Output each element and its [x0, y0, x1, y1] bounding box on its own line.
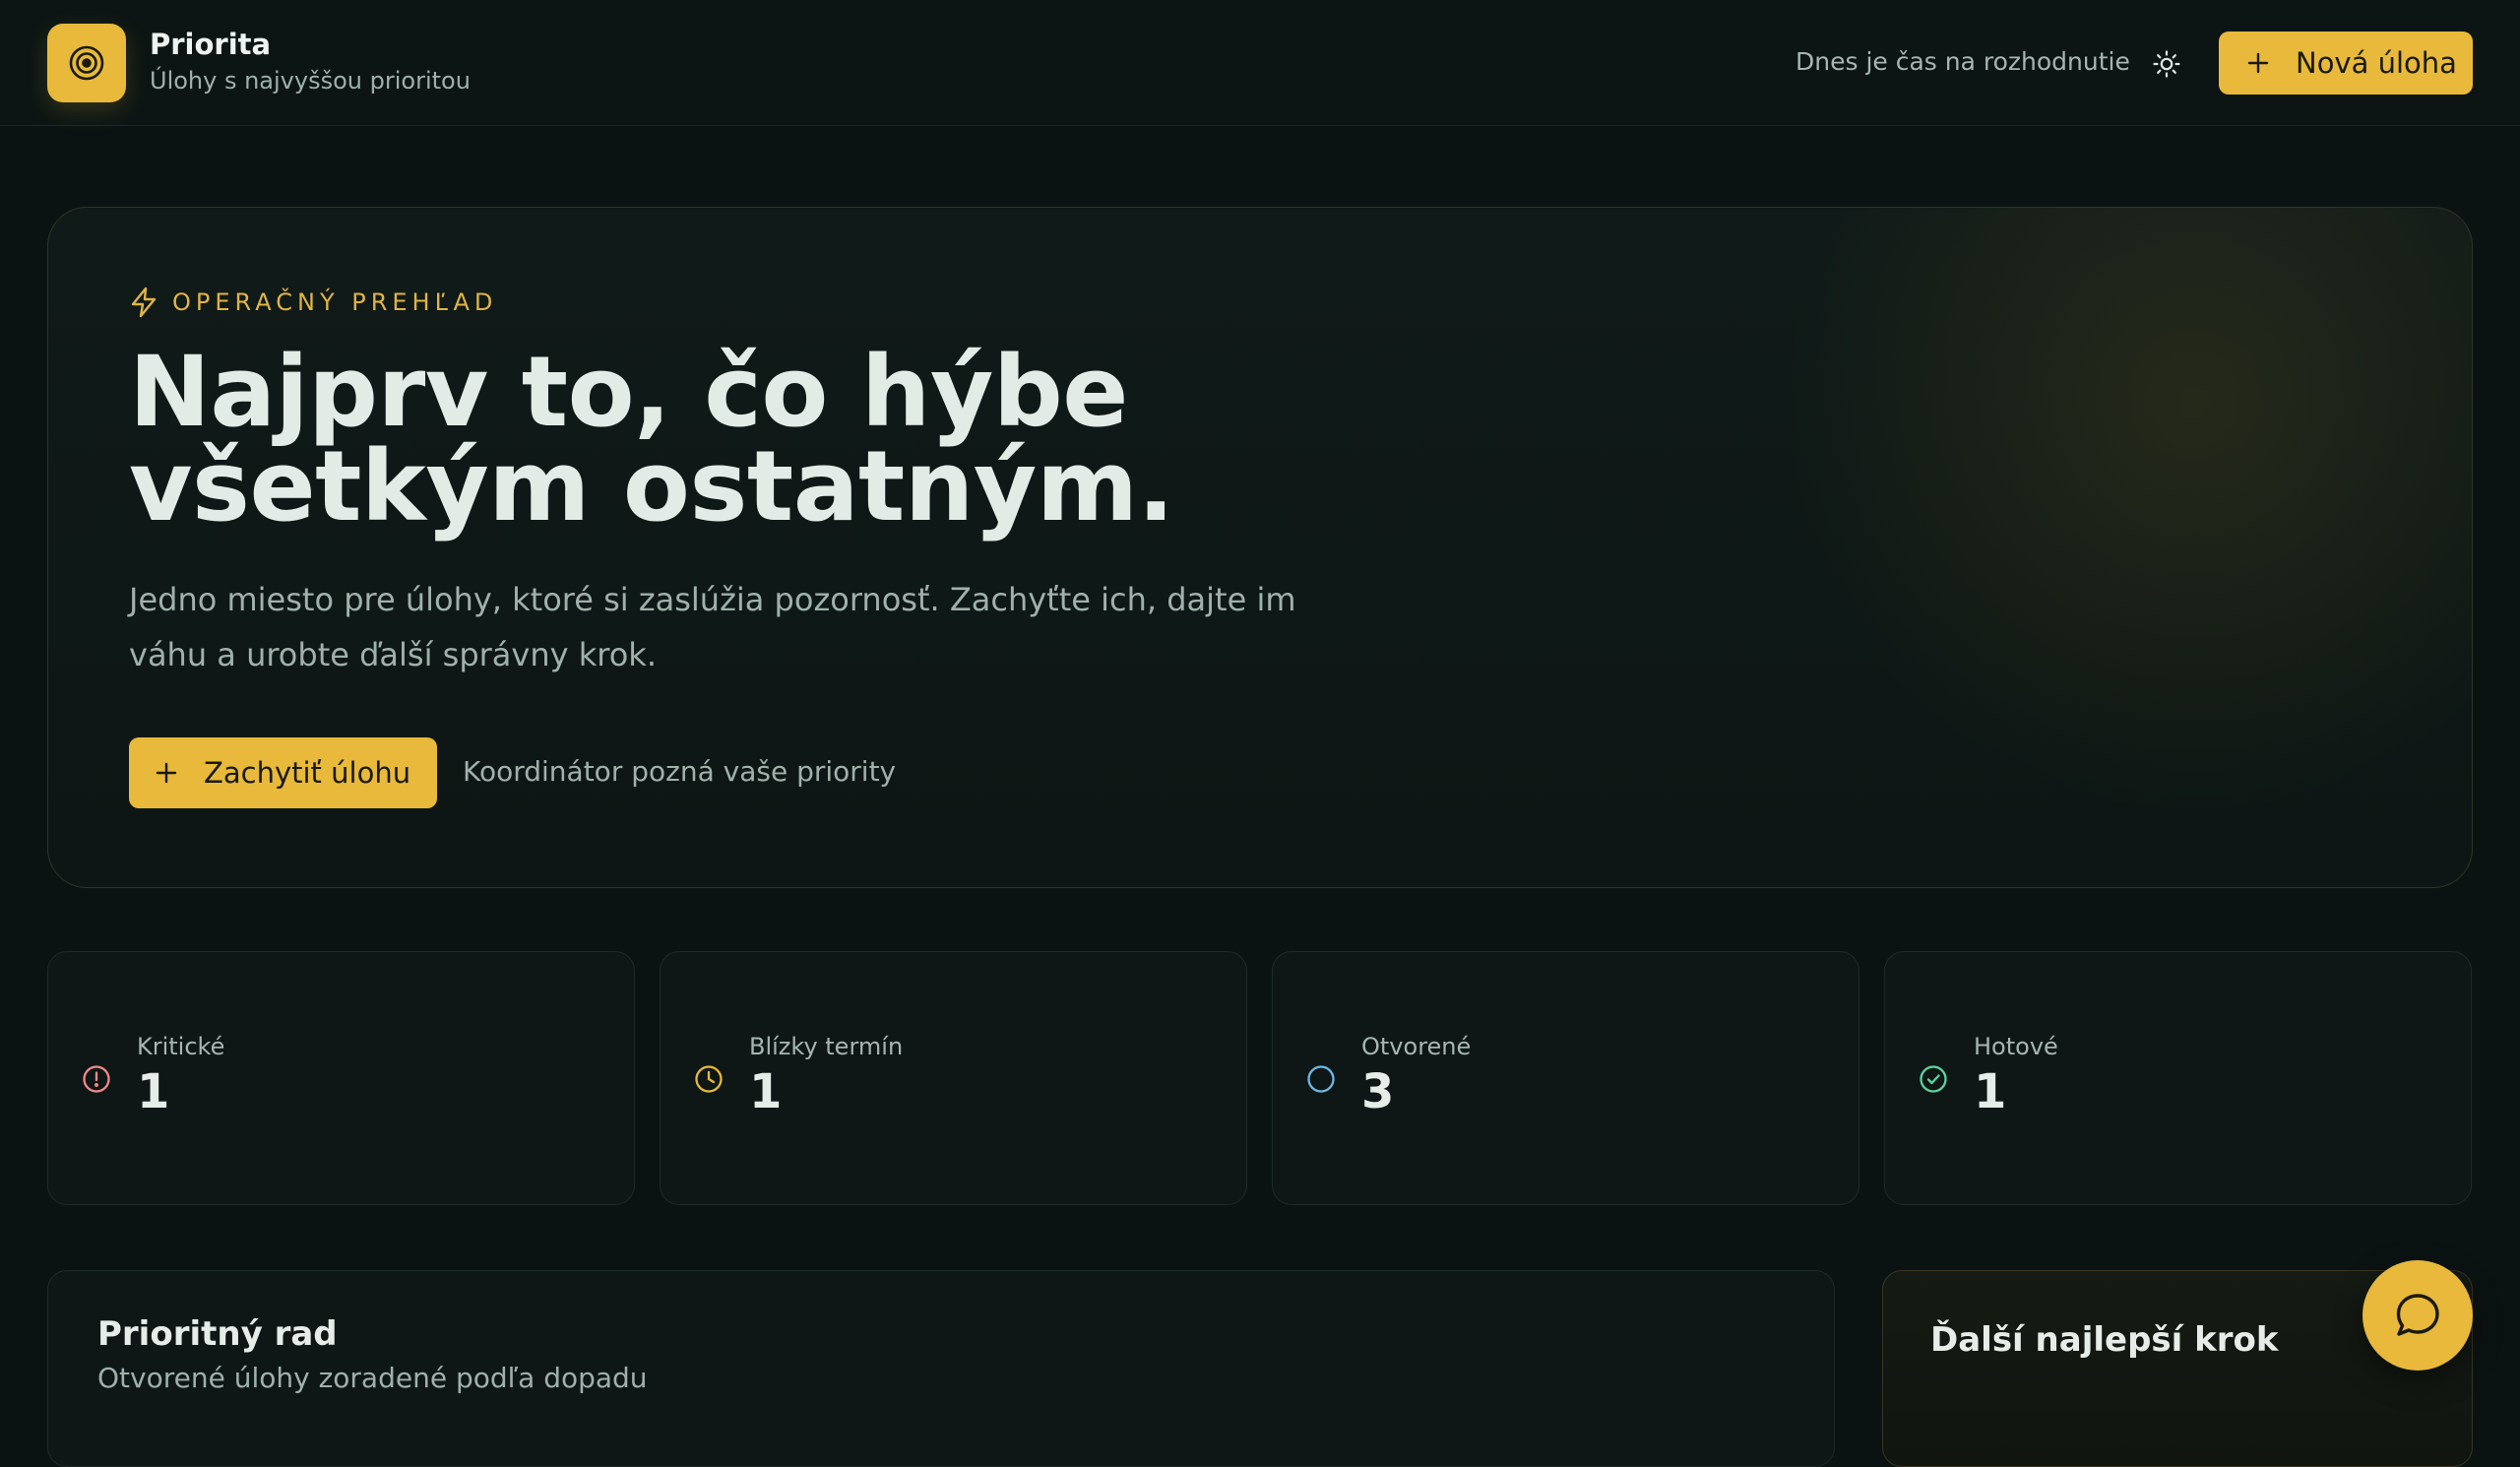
chat-button[interactable] — [2362, 1260, 2473, 1371]
stat-card-due-soon: Blízky termín 1 — [660, 951, 1247, 1205]
stat-label: Kritické — [137, 1033, 225, 1060]
stat-card-critical: Kritické 1 — [47, 951, 635, 1205]
hero-description: Jedno miesto pre úlohy, ktoré si zaslúži… — [129, 581, 1296, 673]
new-task-label: Nová úloha — [2296, 46, 2457, 80]
circle-icon — [1304, 1062, 1338, 1096]
stat-value: 1 — [749, 1064, 783, 1119]
priority-queue-panel: Prioritný rad Otvorené úlohy zoradené po… — [47, 1270, 1835, 1467]
capture-task-button[interactable]: Zachytiť úlohu — [129, 737, 437, 808]
app-title: Priorita — [150, 28, 272, 61]
hero-eyebrow-label: OPERAČNÝ PREHĽAD — [172, 288, 498, 316]
new-task-button[interactable]: Nová úloha — [2219, 32, 2473, 95]
priority-queue-subtitle: Otvorené úlohy zoradené podľa dopadu — [97, 1362, 648, 1394]
stat-label: Blízky termín — [749, 1033, 904, 1060]
stat-card-open: Otvorené 3 — [1272, 951, 1859, 1205]
theme-toggle-button[interactable] — [2148, 45, 2185, 83]
hero-panel: OPERAČNÝ PREHĽAD Najprv to, čo hýbe všet… — [47, 207, 2473, 888]
app-subtitle: Úlohy s najvyššou prioritou — [150, 67, 471, 95]
chat-bubble-icon — [2396, 1294, 2439, 1336]
next-step-title: Ďalší najlepší krok — [1930, 1320, 2279, 1360]
alert-circle-icon — [80, 1062, 113, 1096]
hero-eyebrow: OPERAČNÝ PREHĽAD — [129, 287, 497, 318]
hero-note: Koordinátor pozná vaše priority — [463, 755, 897, 788]
priority-queue-title: Prioritný rad — [97, 1314, 338, 1354]
plus-icon — [156, 762, 177, 784]
stat-value: 1 — [137, 1064, 170, 1119]
lightning-icon — [131, 287, 157, 318]
stat-label: Hotové — [1974, 1033, 2058, 1060]
target-icon — [47, 24, 126, 102]
plus-icon — [2247, 52, 2269, 74]
check-circle-icon — [1917, 1062, 1950, 1096]
stat-value: 1 — [1974, 1064, 2007, 1119]
stat-card-done: Hotové 1 — [1884, 951, 2472, 1205]
header-tagline: Dnes je čas na rozhodnutie — [1796, 47, 2130, 76]
top-bar: Priorita Úlohy s najvyššou prioritou Dne… — [0, 0, 2520, 126]
hero-title: Najprv to, čo hýbe všetkým ostatným. — [129, 336, 1174, 543]
capture-task-label: Zachytiť úlohu — [204, 756, 411, 790]
clock-icon — [692, 1062, 725, 1096]
sun-icon — [2153, 50, 2180, 78]
stat-value: 3 — [1361, 1064, 1395, 1119]
stat-label: Otvorené — [1361, 1033, 1472, 1060]
